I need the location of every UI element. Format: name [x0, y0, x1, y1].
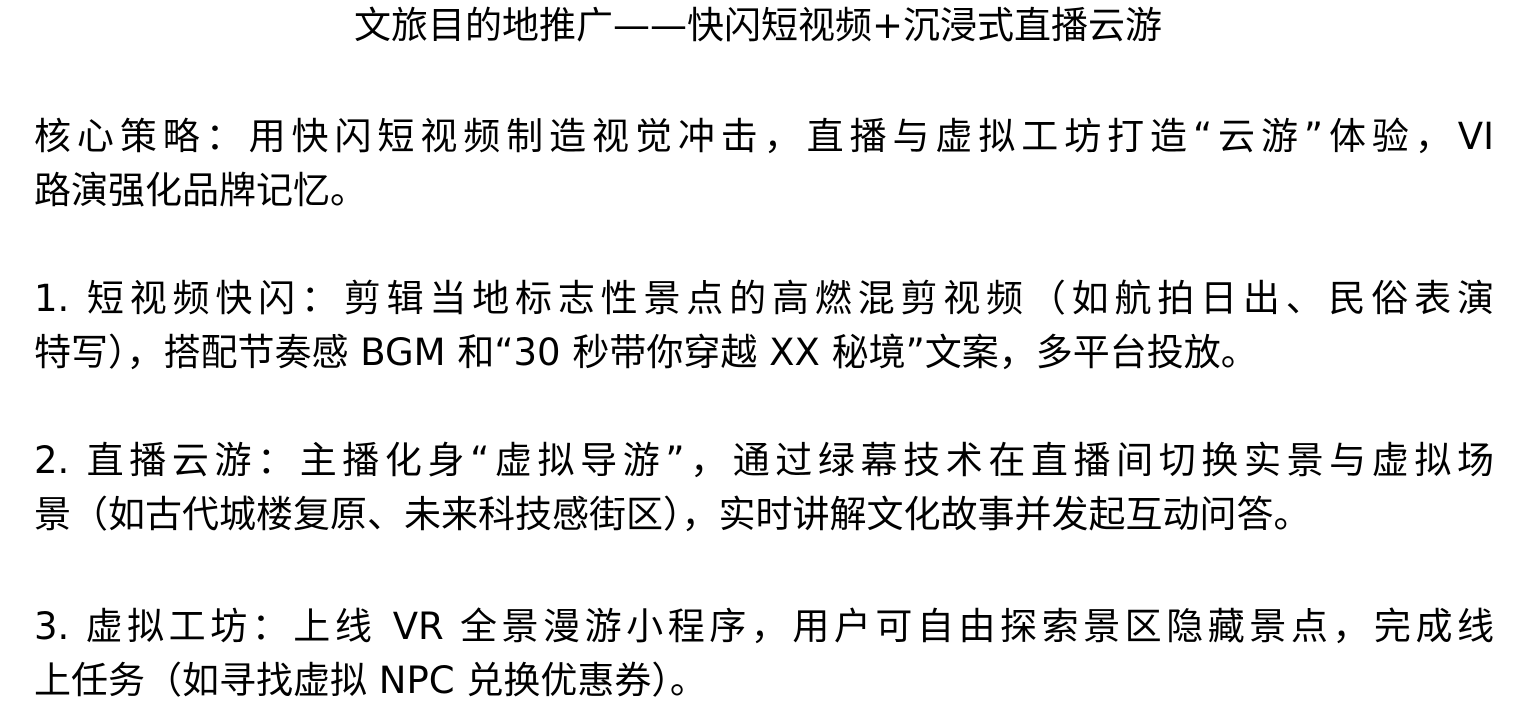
paragraph-line: 景（如古代城楼复原、未来科技感街区），实时讲解文化故事并发起互动问答。: [34, 493, 1311, 536]
document-title: 文旅目的地推广——快闪短视频+沉浸式直播云游: [353, 4, 1162, 47]
paragraph-line: 2. 直播云游：主播化身“虚拟导游”，通过绿幕技术在直播间切换实景与虚拟场: [34, 439, 1494, 482]
paragraph-line: 路演强化品牌记忆。: [34, 169, 367, 212]
paragraph-line: 上任务（如寻找虚拟 NPC 兑换优惠券）。: [34, 659, 707, 702]
short-video-paragraph: 1. 短视频快闪：剪辑当地标志性景点的高燃混剪视频（如航拍日出、民俗表演 特写）…: [34, 272, 1494, 380]
virtual-workshop-paragraph: 3. 虚拟工坊：上线 VR 全景漫游小程序，用户可自由探索景区隐藏景点，完成线 …: [34, 600, 1494, 708]
core-strategy-paragraph: 核心策略：用快闪短视频制造视觉冲击，直播与虚拟工坊打造“云游”体验，VI 路演强…: [34, 110, 1494, 218]
document-page: 文旅目的地推广——快闪短视频+沉浸式直播云游 核心策略：用快闪短视频制造视觉冲击…: [0, 0, 1536, 728]
paragraph-line: 3. 虚拟工坊：上线 VR 全景漫游小程序，用户可自由探索景区隐藏景点，完成线: [34, 605, 1494, 648]
paragraph-line: 核心策略：用快闪短视频制造视觉冲击，直播与虚拟工坊打造“云游”体验，VI: [34, 115, 1494, 158]
live-cloud-tour-paragraph: 2. 直播云游：主播化身“虚拟导游”，通过绿幕技术在直播间切换实景与虚拟场 景（…: [34, 434, 1494, 542]
paragraph-line: 特写），搭配节奏感 BGM 和“30 秒带你穿越 XX 秘境”文案，多平台投放。: [34, 331, 1258, 374]
paragraph-line: 1. 短视频快闪：剪辑当地标志性景点的高燃混剪视频（如航拍日出、民俗表演: [34, 277, 1494, 320]
